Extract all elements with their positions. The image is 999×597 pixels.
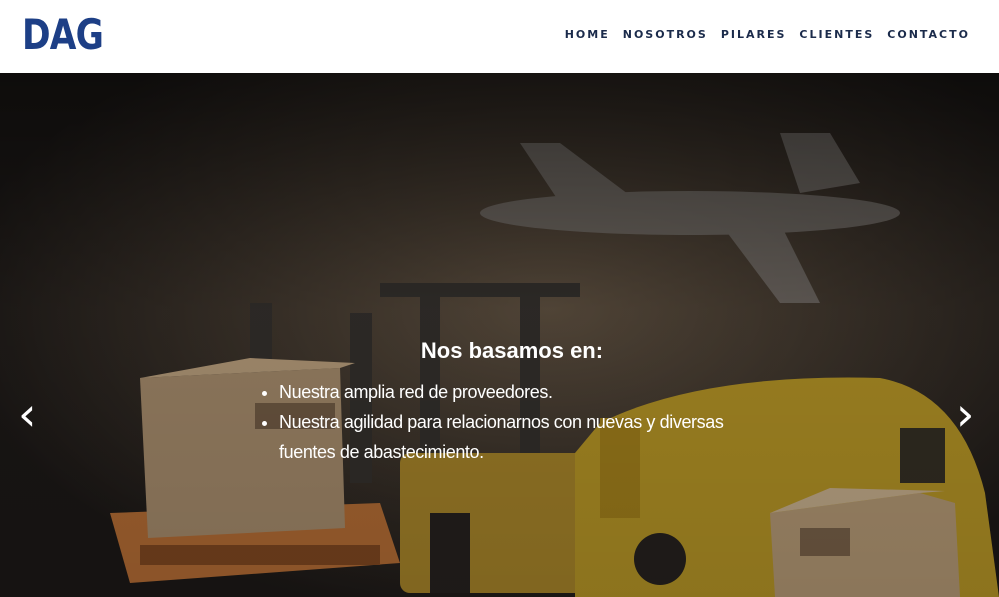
nav-contacto[interactable]: CONTACTO [887, 27, 970, 43]
hero-bullet-item: Nuestra agilidad para relacionarnos con … [279, 407, 762, 467]
nav-home[interactable]: HOME [565, 27, 610, 43]
nav-pilares[interactable]: PILARES [721, 27, 787, 43]
hero-carousel: Nos basamos en: Nuestra amplia red de pr… [0, 73, 999, 597]
hero-overlay [0, 73, 999, 597]
hero-heading: Nos basamos en: [420, 338, 604, 363]
hero-bullet-list: Nuestra amplia red de proveedores. Nuest… [262, 377, 762, 467]
main-nav: HOME NOSOTROS PILARES CLIENTES CONTACTO [565, 27, 970, 43]
nav-clientes[interactable]: CLIENTES [799, 27, 874, 43]
nav-nosotros[interactable]: NOSOTROS [623, 27, 708, 43]
site-header: DAG HOME NOSOTROS PILARES CLIENTES CONTA… [0, 0, 999, 73]
chevron-left-icon[interactable]: ‹ [18, 389, 36, 439]
dag-logo[interactable]: DAG [22, 10, 104, 60]
chevron-right-icon[interactable]: › [956, 389, 974, 439]
hero-bullet-item: Nuestra amplia red de proveedores. [279, 377, 762, 407]
hero-caption: Nos basamos en: Nuestra amplia red de pr… [262, 337, 762, 467]
